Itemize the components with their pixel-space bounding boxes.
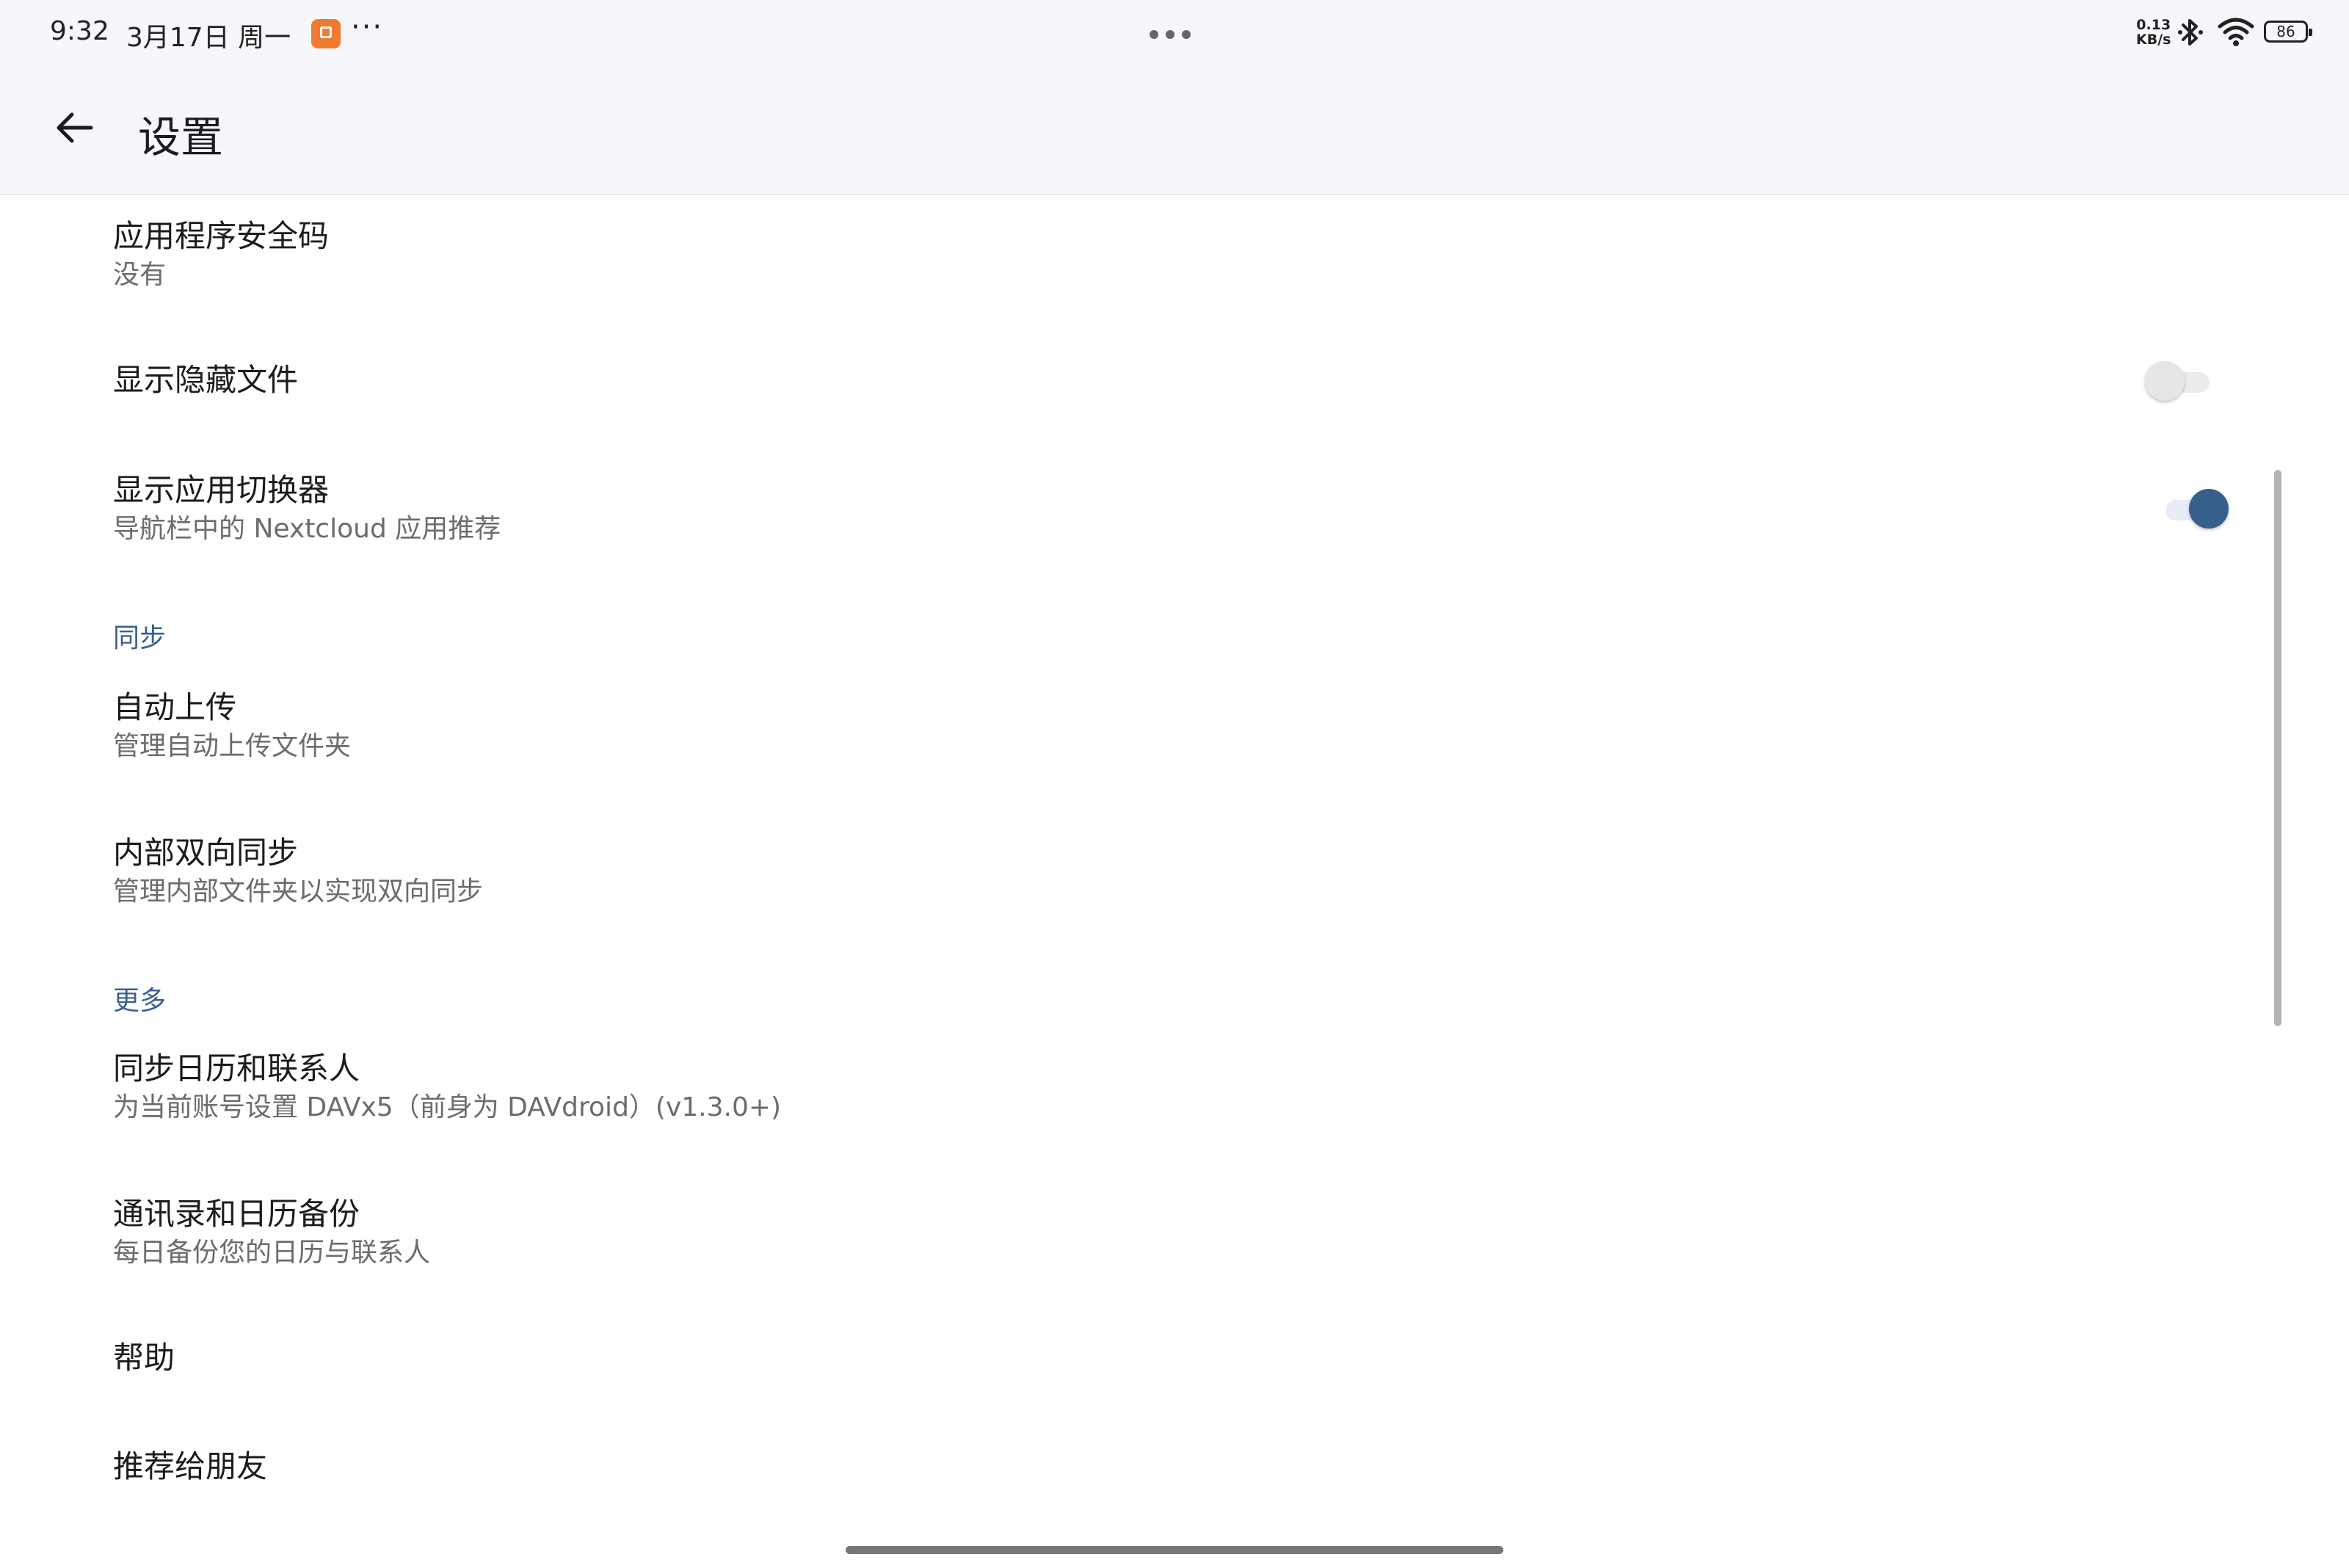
app-bar: 设置 xyxy=(0,66,2349,195)
scrollbar[interactable] xyxy=(2274,470,2281,1026)
setting-summary: 导航栏中的 Nextcloud 应用推荐 xyxy=(113,514,501,544)
notification-app-icon xyxy=(311,19,341,48)
setting-title: 同步日历和联系人 xyxy=(113,1050,360,1086)
setting-help[interactable]: 帮助 xyxy=(113,1337,2349,1379)
settings-list: 应用程序安全码 没有 显示隐藏文件 显示应用切换器 导航栏中的 Nextclou… xyxy=(0,195,2349,1568)
arrow-back-icon xyxy=(57,112,93,143)
status-date: 3月17日 周一 xyxy=(126,23,291,53)
battery-icon: 86 xyxy=(2264,21,2312,43)
setting-auto-upload[interactable]: 自动上传 管理自动上传文件夹 xyxy=(113,687,2349,765)
network-speed-value: 0.13 xyxy=(2136,17,2171,33)
setting-title: 通讯录和日历备份 xyxy=(113,1196,360,1232)
show-hidden-files-switch[interactable] xyxy=(2145,361,2212,401)
setting-title: 显示隐藏文件 xyxy=(113,362,299,398)
switch-thumb xyxy=(2145,361,2185,401)
back-button[interactable] xyxy=(44,98,103,157)
status-time: 9:32 xyxy=(50,16,109,46)
setting-summary: 管理内部文件夹以实现双向同步 xyxy=(113,876,484,907)
section-header-more: 更多 xyxy=(113,986,167,1016)
setting-title: 显示应用切换器 xyxy=(113,472,330,508)
setting-title: 帮助 xyxy=(113,1340,175,1376)
bluetooth-icon xyxy=(2178,19,2203,46)
setting-summary: 没有 xyxy=(113,260,167,290)
setting-summary: 每日备份您的日历与联系人 xyxy=(113,1238,431,1268)
setting-contacts-calendar-backup[interactable]: 通讯录和日历备份 每日备份您的日历与联系人 xyxy=(113,1194,2349,1271)
setting-recommend-to-friend[interactable]: 推荐给朋友 xyxy=(113,1446,2349,1487)
setting-title: 自动上传 xyxy=(113,689,237,725)
setting-show-hidden-files[interactable]: 显示隐藏文件 xyxy=(113,360,2349,401)
setting-two-way-sync[interactable]: 内部双向同步 管理内部文件夹以实现双向同步 xyxy=(113,832,2349,910)
setting-summary: 管理自动上传文件夹 xyxy=(113,731,352,761)
setting-sync-calendar-contacts[interactable]: 同步日历和联系人 为当前账号设置 DAVx5（前身为 DAVdroid）(v1.… xyxy=(113,1048,2349,1126)
wifi-icon xyxy=(2218,18,2254,46)
setting-title: 推荐给朋友 xyxy=(113,1448,268,1484)
section-header-sync: 同步 xyxy=(113,623,167,653)
status-bar: 9:32 3月17日 周一 ··· 0.13 KB/s 86 xyxy=(0,0,2349,66)
switch-thumb xyxy=(2189,489,2229,529)
page-title: 设置 xyxy=(138,112,224,162)
network-speed-unit: KB/s xyxy=(2136,32,2171,48)
network-speed: 0.13 KB/s xyxy=(2136,18,2171,47)
window-menu-dots-icon[interactable] xyxy=(1150,28,1198,42)
setting-show-app-switcher[interactable]: 显示应用切换器 导航栏中的 Nextcloud 应用推荐 xyxy=(113,470,2349,548)
settings-screen: 9:32 3月17日 周一 ··· 0.13 KB/s 86 设置 应用程序安全… xyxy=(0,0,2349,1568)
setting-app-passcode[interactable]: 应用程序安全码 没有 xyxy=(113,216,2349,294)
home-indicator[interactable] xyxy=(846,1546,1503,1554)
setting-title: 内部双向同步 xyxy=(113,835,299,871)
setting-summary: 为当前账号设置 DAVx5（前身为 DAVdroid）(v1.3.0+) xyxy=(113,1092,782,1122)
setting-title: 应用程序安全码 xyxy=(113,218,330,254)
notification-more-icon: ··· xyxy=(351,10,384,44)
show-app-switcher-switch[interactable] xyxy=(2160,489,2229,529)
